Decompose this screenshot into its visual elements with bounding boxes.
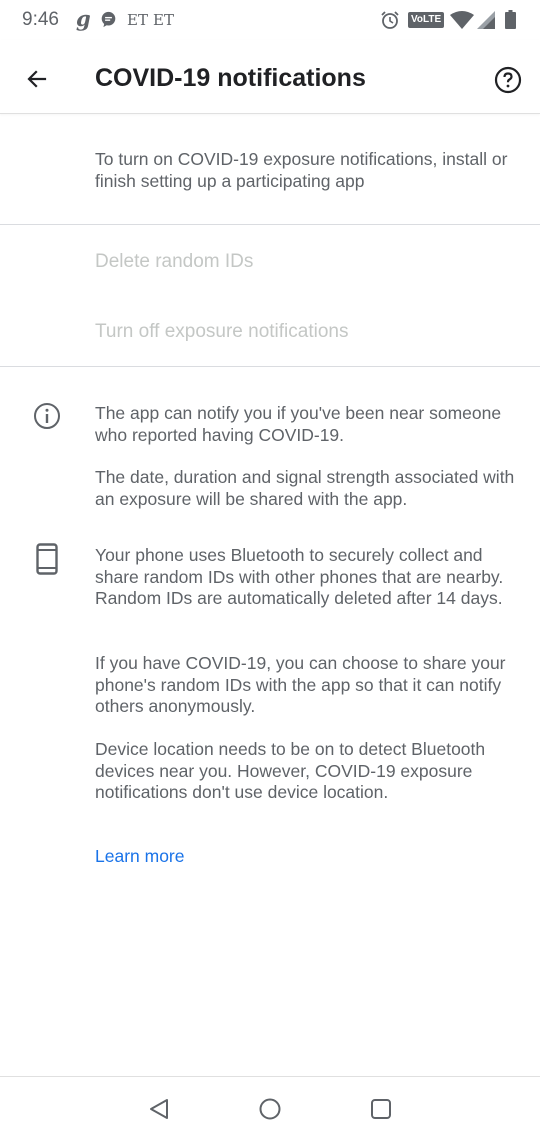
phone-icon [36, 543, 58, 575]
help-circle-icon [494, 66, 522, 94]
nav-home-icon[interactable] [258, 1097, 282, 1121]
info-share-text: If you have COVID-19, you can choose to … [95, 653, 506, 716]
help-button[interactable] [490, 62, 526, 98]
battery-icon [505, 10, 516, 29]
nav-back-icon[interactable] [148, 1097, 170, 1121]
learn-more-link[interactable]: Learn more [95, 846, 185, 867]
messenger-icon [101, 11, 116, 28]
back-arrow-icon [27, 70, 47, 88]
volte-badge: VoLTE [408, 12, 445, 28]
info-icon [34, 403, 60, 429]
nav-recents-icon[interactable] [370, 1098, 392, 1120]
signal-icon [477, 11, 495, 29]
system-nav-bar [0, 1076, 540, 1140]
app-bar: COVID-19 notifications [0, 40, 540, 114]
divider [0, 366, 540, 367]
delete-random-ids-button[interactable]: Delete random IDs [95, 251, 253, 273]
intro-text: To turn on COVID-19 exposure notificatio… [95, 149, 508, 191]
back-button[interactable] [18, 60, 56, 98]
page-title: COVID-19 notifications [95, 64, 366, 92]
wifi-icon [450, 11, 474, 29]
turn-off-exposure-notifications-button[interactable]: Turn off exposure notifications [95, 321, 348, 343]
status-et-2: ET [153, 11, 174, 29]
carrier-glyph: g [76, 6, 91, 31]
status-bar: 9:46 g ET ET VoLTE [0, 0, 540, 40]
divider [0, 224, 540, 225]
info-location-text: Device location needs to be on to detect… [95, 739, 486, 802]
info-bluetooth-text: Your phone uses Bluetooth to securely co… [95, 545, 504, 608]
status-time: 9:46 [22, 9, 59, 30]
alarm-icon [381, 11, 399, 29]
info-notify-text: The app can notify you if you've been ne… [95, 403, 502, 445]
status-et-1: ET [127, 11, 148, 29]
info-shared-text: The date, duration and signal strength a… [95, 467, 515, 509]
